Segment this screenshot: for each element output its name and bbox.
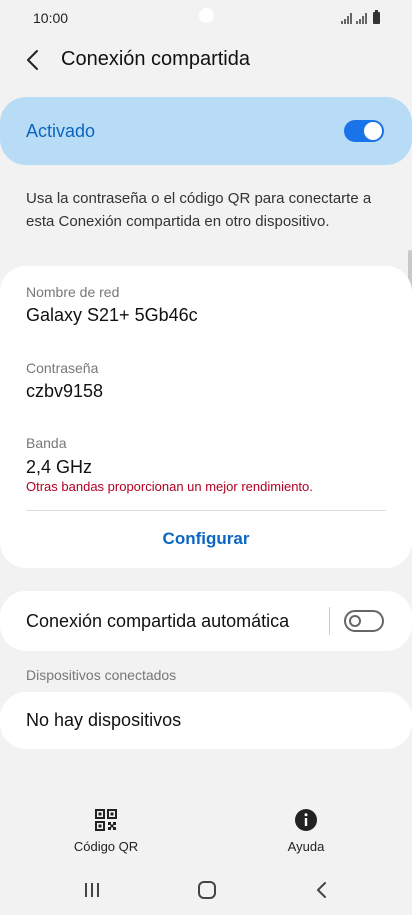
network-info-card: Nombre de red Galaxy S21+ 5Gb46c Contras… xyxy=(0,266,412,568)
auto-hotspot-row[interactable]: Conexión compartida automática xyxy=(0,591,412,651)
front-camera xyxy=(199,8,214,23)
toggle-knob xyxy=(349,615,361,627)
screen: 10:00 Conexión compartida Activado Usa l… xyxy=(0,0,412,915)
help-label: Ayuda xyxy=(287,839,325,854)
navigation-bar xyxy=(0,872,412,908)
network-name-label: Nombre de red xyxy=(26,284,120,300)
auto-hotspot-toggle[interactable] xyxy=(344,610,384,632)
band-warning: Otras bandas proporcionan un mejor rendi… xyxy=(26,479,313,494)
back-arrow-icon[interactable] xyxy=(22,48,46,72)
info-icon xyxy=(295,809,317,831)
app-header: Conexión compartida xyxy=(0,40,412,80)
vertical-divider xyxy=(329,607,330,635)
no-devices-text: No hay dispositivos xyxy=(26,710,182,730)
master-switch-label: Activado xyxy=(26,121,96,141)
signal-icon xyxy=(341,12,352,24)
status-icons xyxy=(341,10,380,24)
nav-back-icon[interactable] xyxy=(310,878,334,902)
status-time: 10:00 xyxy=(33,10,69,26)
status-bar: 10:00 xyxy=(0,0,412,36)
password-label: Contraseña xyxy=(26,360,99,376)
battery-icon xyxy=(373,10,380,24)
auto-hotspot-label: Conexión compartida automática xyxy=(26,611,290,631)
connected-devices-card: No hay dispositivos xyxy=(0,692,412,749)
password-value: czbv9158 xyxy=(26,381,104,401)
network-name-value: Galaxy S21+ 5Gb46c xyxy=(26,305,198,325)
recent-apps-icon[interactable] xyxy=(80,878,104,902)
hotspot-master-switch[interactable]: Activado xyxy=(0,97,412,165)
signal-icon-2 xyxy=(356,12,367,24)
band-value: 2,4 GHz xyxy=(26,457,93,477)
qr-code-icon xyxy=(95,809,117,831)
master-toggle[interactable] xyxy=(344,120,384,142)
toggle-knob xyxy=(364,122,382,140)
configure-button[interactable]: Configurar xyxy=(0,529,412,549)
divider xyxy=(26,510,386,511)
qr-code-label: Código QR xyxy=(73,839,139,854)
hotspot-description: Usa la contraseña o el código QR para co… xyxy=(26,190,372,230)
qr-code-button[interactable]: Código QR xyxy=(56,808,156,856)
connected-devices-header: Dispositivos conectados xyxy=(26,667,177,683)
help-button[interactable]: Ayuda xyxy=(256,808,356,856)
band-label: Banda xyxy=(26,435,67,451)
page-title: Conexión compartida xyxy=(61,48,250,70)
home-icon[interactable] xyxy=(195,878,219,902)
